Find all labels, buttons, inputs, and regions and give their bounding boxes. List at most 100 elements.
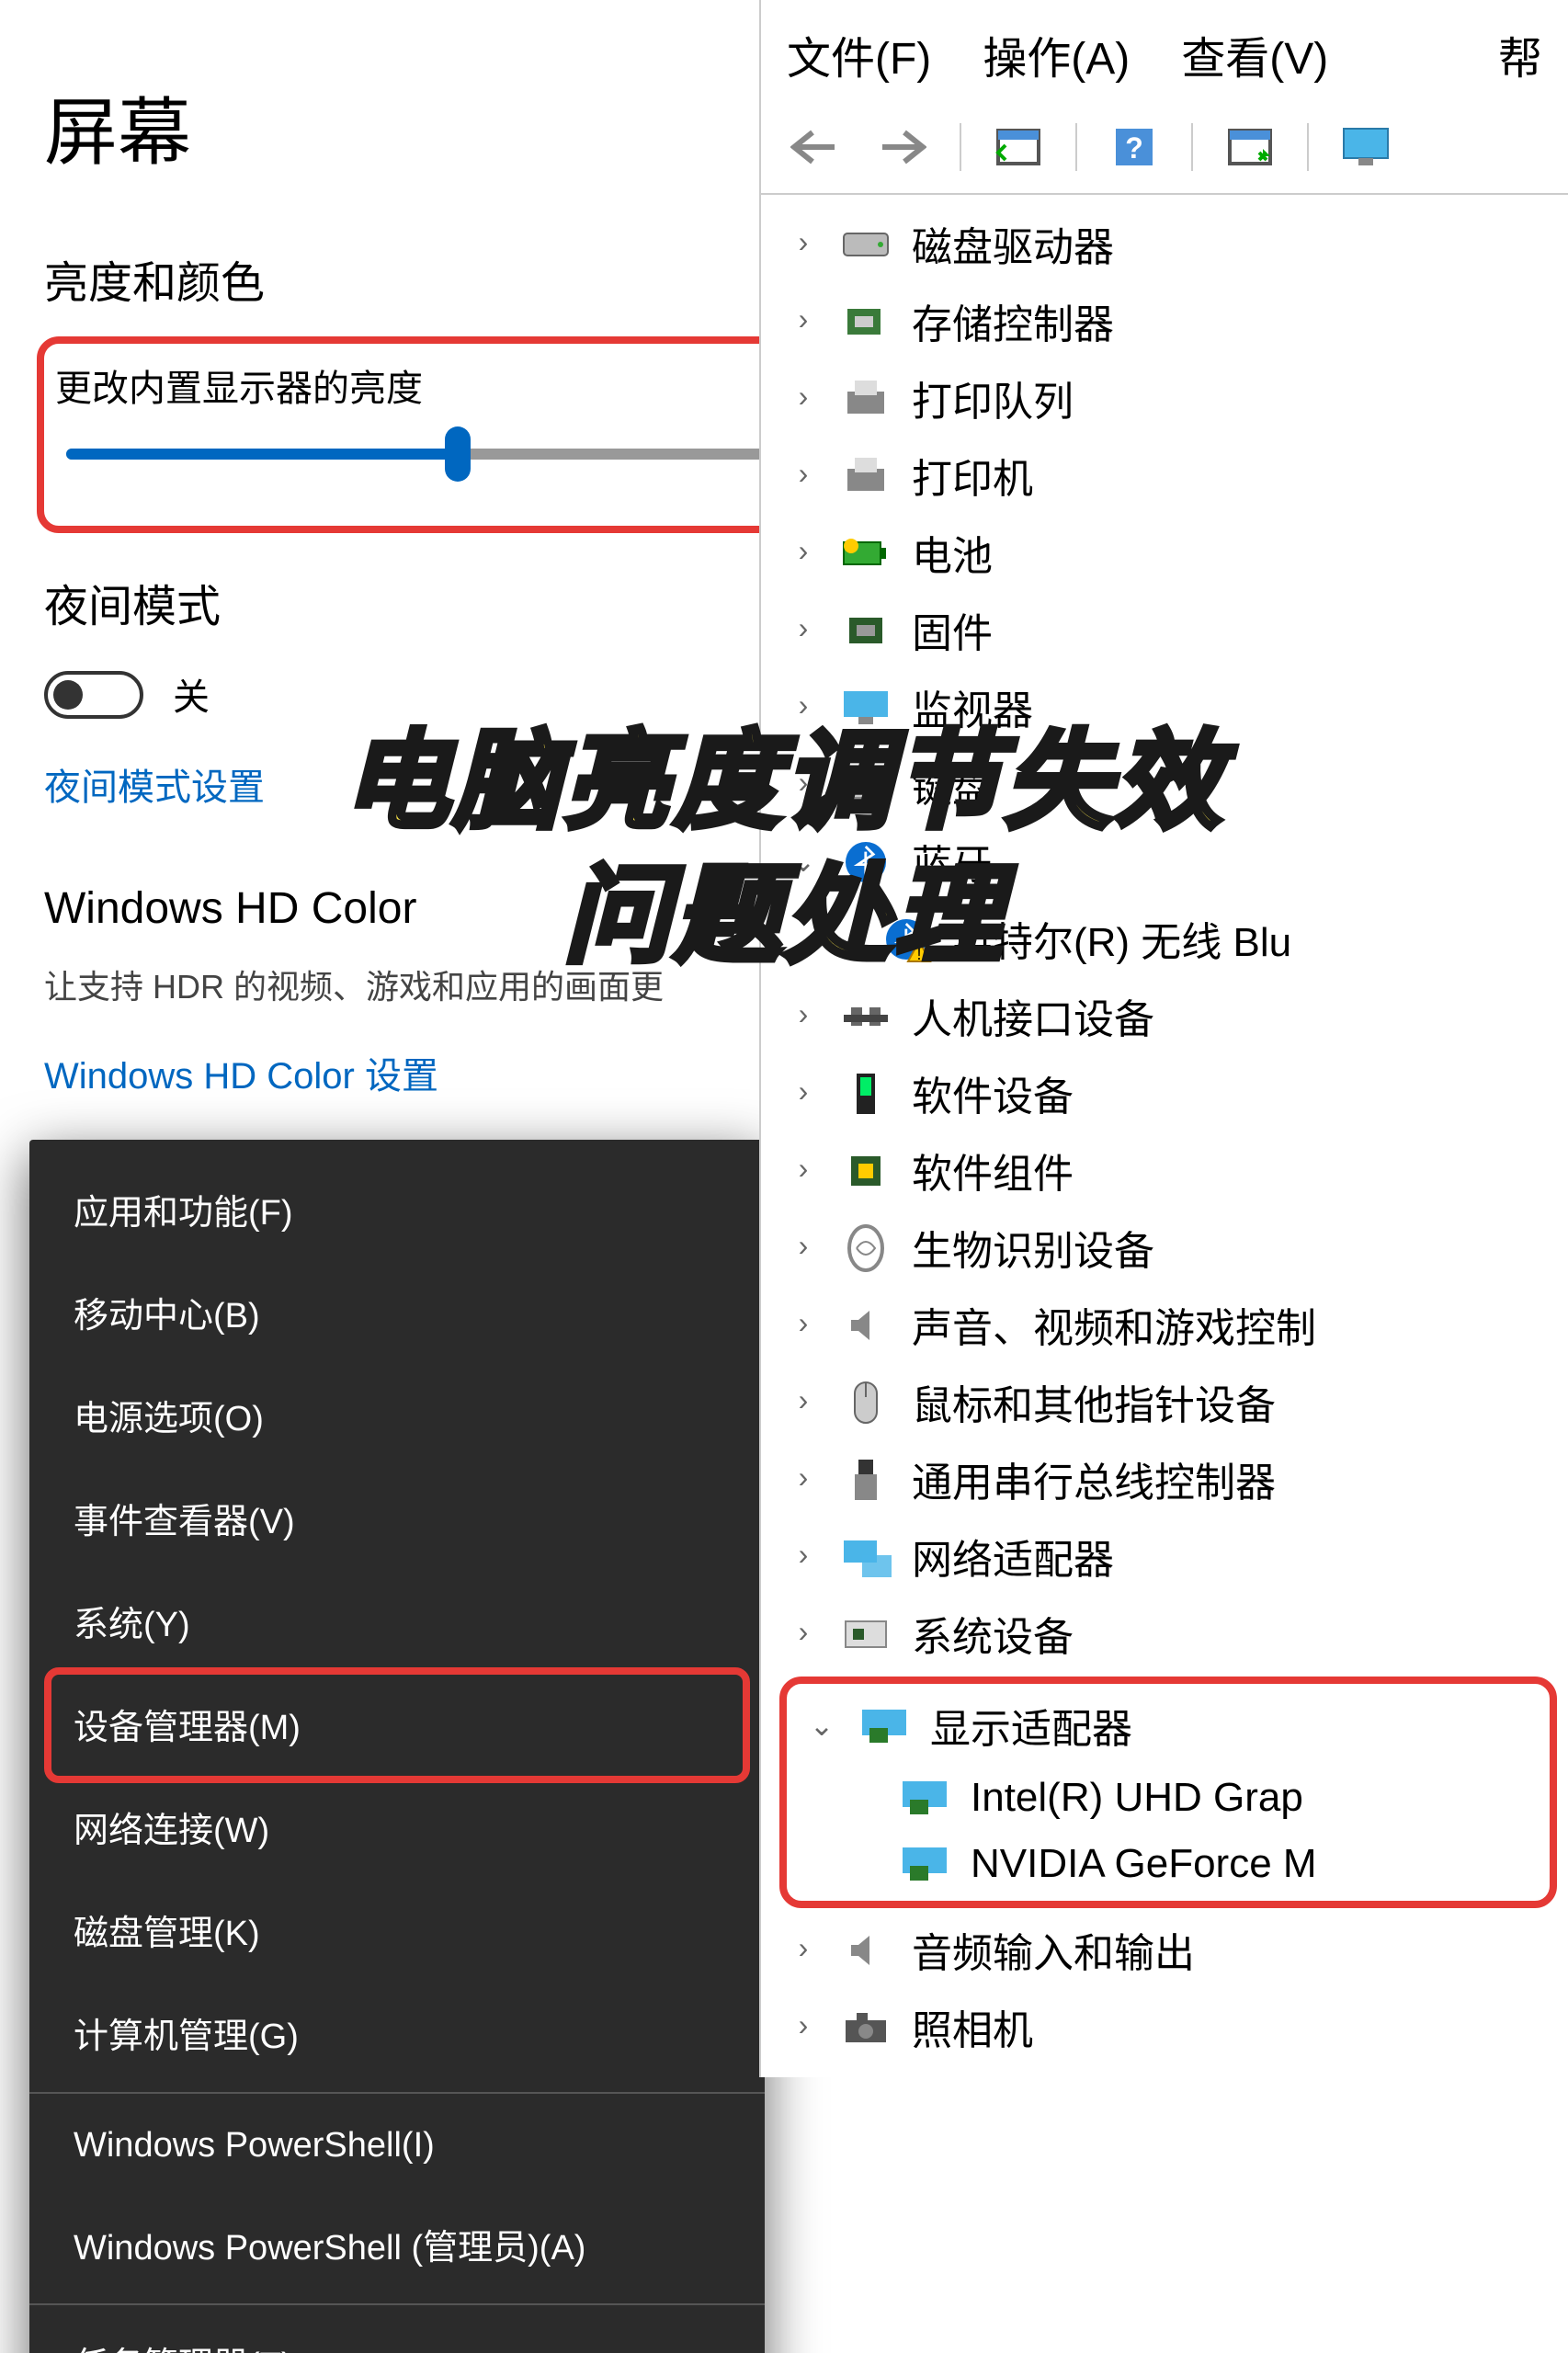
tree-node[interactable]: › 音频输入和输出 bbox=[768, 1912, 1568, 1989]
winx-power-options[interactable]: 电源选项(O) bbox=[29, 1364, 765, 1467]
scan-button[interactable] bbox=[1215, 119, 1285, 175]
page-title: 屏幕 bbox=[44, 74, 801, 180]
winx-apps[interactable]: 应用和功能(F) bbox=[29, 1158, 765, 1261]
expander-icon[interactable]: › bbox=[787, 1540, 820, 1574]
tree-node-child[interactable]: NVIDIA GeForce M bbox=[787, 1831, 1550, 1897]
tree-node[interactable]: › 磁盘驱动器 bbox=[768, 206, 1568, 283]
node-label: 照相机 bbox=[912, 1998, 1033, 2057]
tree-node[interactable]: › 电池 bbox=[768, 515, 1568, 592]
expander-icon[interactable]: › bbox=[787, 614, 820, 647]
node-label: 蓝牙 bbox=[912, 833, 993, 892]
winx-event-viewer[interactable]: 事件查看器(V) bbox=[29, 1467, 765, 1570]
tree-node[interactable]: ›打印队列 bbox=[768, 360, 1568, 438]
node-label: 监视器 bbox=[912, 678, 1033, 737]
expander-icon[interactable]: › bbox=[787, 1077, 820, 1110]
tree-node[interactable]: › 照相机 bbox=[768, 1989, 1568, 2066]
expander-icon[interactable]: › bbox=[787, 2011, 820, 2044]
show-hide-button[interactable] bbox=[983, 119, 1053, 175]
winx-mobility-center[interactable]: 移动中心(B) bbox=[29, 1261, 765, 1364]
expander-icon[interactable]: › bbox=[787, 691, 820, 724]
brightness-section-label: 亮度和颜色 bbox=[44, 246, 801, 311]
winx-task-manager[interactable]: 任务管理器(T) bbox=[29, 2303, 765, 2353]
hdr-settings-link[interactable]: Windows HD Color 设置 bbox=[44, 1046, 801, 1099]
device-icon bbox=[838, 1610, 893, 1658]
night-mode-settings-link[interactable]: 夜间模式设置 bbox=[44, 757, 801, 811]
tree-node[interactable]: › 网络适配器 bbox=[768, 1518, 1568, 1596]
expander-icon[interactable]: › bbox=[787, 1309, 820, 1342]
menu-file[interactable]: 文件(F) bbox=[787, 22, 931, 86]
expander-icon[interactable]: › bbox=[787, 460, 820, 493]
device-icon bbox=[838, 375, 893, 423]
brightness-slider[interactable] bbox=[66, 449, 779, 460]
tree-node-child[interactable]: !英特尔(R) 无线 Blu bbox=[768, 901, 1568, 978]
winx-powershell-admin[interactable]: Windows PowerShell (管理员)(A) bbox=[29, 2193, 765, 2296]
tree-node[interactable]: ⌄ 蓝牙 bbox=[768, 824, 1568, 901]
expander-icon[interactable]: ⌄ bbox=[805, 1708, 838, 1745]
device-icon: ! bbox=[879, 915, 934, 963]
expander-icon[interactable]: › bbox=[787, 228, 820, 261]
winx-powershell[interactable]: Windows PowerShell(I) bbox=[29, 2092, 765, 2193]
expander-icon[interactable]: › bbox=[787, 1386, 820, 1419]
svg-text:!: ! bbox=[916, 945, 921, 963]
tree-node[interactable]: › 人机接口设备 bbox=[768, 978, 1568, 1055]
tree-node-child[interactable]: Intel(R) UHD Grap bbox=[787, 1765, 1550, 1831]
expander-icon[interactable]: › bbox=[787, 1232, 820, 1265]
node-label: 人机接口设备 bbox=[912, 987, 1154, 1046]
tree-node[interactable]: › 监视器 bbox=[768, 669, 1568, 746]
tree-node[interactable]: ›存储控制器 bbox=[768, 283, 1568, 360]
night-mode-toggle[interactable] bbox=[44, 670, 143, 718]
forward-button[interactable] bbox=[868, 119, 937, 175]
node-label: 打印机 bbox=[912, 447, 1033, 506]
expander-icon[interactable]: › bbox=[787, 1000, 820, 1033]
expander-icon[interactable]: › bbox=[787, 1934, 820, 1967]
tree-node[interactable]: › 打印机 bbox=[768, 438, 1568, 515]
tree-node[interactable]: ›生物识别设备 bbox=[768, 1210, 1568, 1287]
tree-node[interactable]: ›软件设备 bbox=[768, 1055, 1568, 1132]
tree-node[interactable]: › 通用串行总线控制器 bbox=[768, 1441, 1568, 1518]
expander-icon[interactable]: ⌄ bbox=[787, 844, 820, 881]
node-label: 音频输入和输出 bbox=[912, 1921, 1195, 1980]
toggle-dot bbox=[53, 679, 83, 709]
tree-node[interactable]: ›固件 bbox=[768, 592, 1568, 669]
monitor-button[interactable] bbox=[1331, 119, 1401, 175]
node-label: 磁盘驱动器 bbox=[912, 215, 1114, 274]
winx-computer-mgmt[interactable]: 计算机管理(G) bbox=[29, 1982, 765, 2085]
svg-text:?: ? bbox=[1125, 131, 1143, 165]
winx-disk-mgmt[interactable]: 磁盘管理(K) bbox=[29, 1879, 765, 1982]
night-mode-state: 关 bbox=[173, 667, 210, 721]
tree-node[interactable]: ›键盘 bbox=[768, 746, 1568, 824]
tree-node[interactable]: › 声音、视频和游戏控制 bbox=[768, 1287, 1568, 1364]
expander-icon[interactable]: › bbox=[787, 537, 820, 570]
menu-action[interactable]: 操作(A) bbox=[983, 22, 1130, 86]
expander-icon[interactable]: › bbox=[787, 1463, 820, 1496]
node-label: 声音、视频和游戏控制 bbox=[912, 1296, 1316, 1355]
tree-node[interactable]: ›软件组件 bbox=[768, 1132, 1568, 1210]
back-button[interactable] bbox=[779, 119, 849, 175]
expander-icon[interactable]: › bbox=[787, 382, 820, 415]
device-icon bbox=[897, 1774, 952, 1822]
help-button[interactable]: ? bbox=[1099, 119, 1169, 175]
expander-icon[interactable]: › bbox=[787, 1618, 820, 1651]
menu-help[interactable]: 帮 bbox=[1498, 22, 1542, 86]
winx-device-manager[interactable]: 设备管理器(M) bbox=[29, 1673, 765, 1776]
device-icon bbox=[838, 1147, 893, 1195]
device-icon bbox=[838, 529, 893, 577]
device-icon bbox=[838, 221, 893, 268]
device-icon bbox=[838, 452, 893, 500]
winx-network[interactable]: 网络连接(W) bbox=[29, 1776, 765, 1879]
node-label: 通用串行总线控制器 bbox=[912, 1450, 1276, 1509]
device-icon bbox=[838, 2004, 893, 2052]
tree-node[interactable]: ›系统设备 bbox=[768, 1596, 1568, 1673]
node-label: 网络适配器 bbox=[912, 1528, 1114, 1586]
tree-node[interactable]: ⌄显示适配器 bbox=[787, 1688, 1550, 1765]
slider-thumb[interactable] bbox=[444, 426, 470, 482]
device-icon bbox=[838, 1927, 893, 1974]
expander-icon[interactable]: › bbox=[787, 305, 820, 338]
device-icon bbox=[838, 993, 893, 1040]
node-label: 电池 bbox=[912, 524, 993, 583]
winx-system[interactable]: 系统(Y) bbox=[29, 1570, 765, 1673]
expander-icon[interactable]: › bbox=[787, 768, 820, 801]
expander-icon[interactable]: › bbox=[787, 1154, 820, 1188]
tree-node[interactable]: ›鼠标和其他指针设备 bbox=[768, 1364, 1568, 1441]
menu-view[interactable]: 查看(V) bbox=[1181, 22, 1328, 86]
